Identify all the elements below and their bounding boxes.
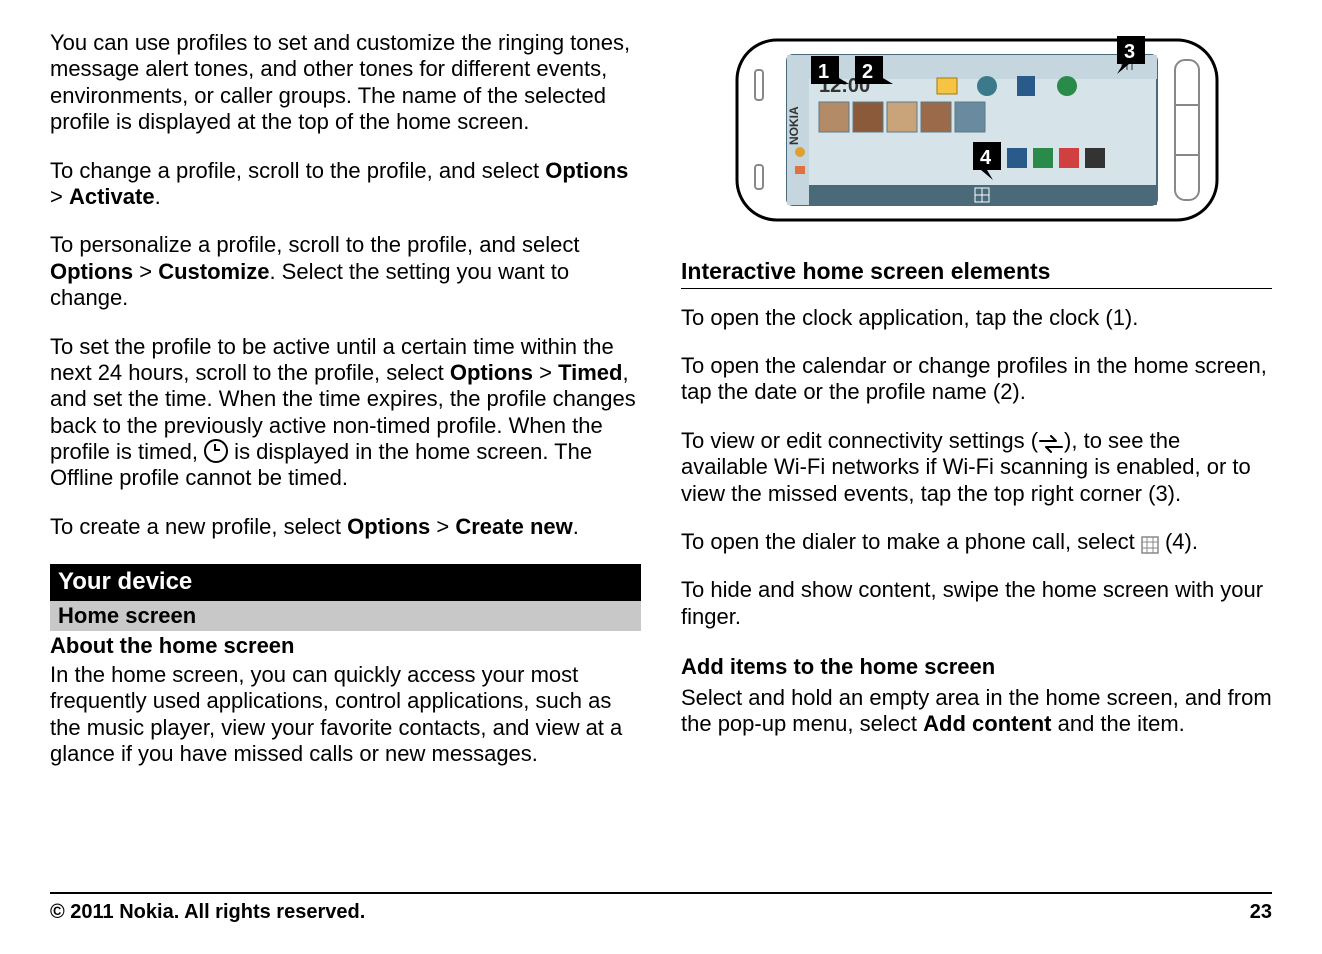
para-personalize-profile: To personalize a profile, scroll to the … [50, 232, 641, 311]
page-footer: © 2011 Nokia. All rights reserved. 23 [50, 892, 1272, 924]
label-activate: Activate [69, 184, 155, 209]
left-column: You can use profiles to set and customiz… [50, 30, 641, 870]
text: . [155, 184, 161, 209]
text: To open the dialer to make a phone call,… [681, 529, 1141, 554]
para-profiles-intro: You can use profiles to set and customiz… [50, 30, 641, 136]
phone-svg: NOKIA 12:00 [727, 30, 1227, 230]
para-change-profile: To change a profile, scroll to the profi… [50, 158, 641, 211]
label-options: Options [347, 514, 430, 539]
footer-copyright: © 2011 Nokia. All rights reserved. [50, 900, 365, 924]
heading-add-items: Add items to the home screen [681, 654, 1272, 680]
para-create-profile: To create a new profile, select Options … [50, 514, 641, 540]
right-column: NOKIA 12:00 [681, 30, 1272, 870]
section-your-device: Your device [50, 564, 641, 601]
label-add-content: Add content [923, 711, 1051, 736]
label-create-new: Create new [455, 514, 572, 539]
dialpad-icon [1141, 536, 1159, 554]
text: and the item. [1051, 711, 1184, 736]
clock-icon [204, 439, 228, 463]
text: (4). [1159, 529, 1198, 554]
text: . [573, 514, 579, 539]
label-options: Options [450, 360, 533, 385]
text: > [133, 259, 158, 284]
para-open-calendar: To open the calendar or change profiles … [681, 353, 1272, 406]
label-options: Options [545, 158, 628, 183]
text: To change a profile, scroll to the profi… [50, 158, 545, 183]
para-connectivity: To view or edit connectivity settings ()… [681, 428, 1272, 507]
para-timed-profile: To set the profile to be active until a … [50, 334, 641, 492]
label-timed: Timed [558, 360, 622, 385]
para-open-clock: To open the clock application, tap the c… [681, 305, 1272, 331]
text: > [50, 184, 69, 209]
para-add-items: Select and hold an empty area in the hom… [681, 685, 1272, 738]
svg-text:2: 2 [862, 61, 873, 83]
label-options: Options [50, 259, 133, 284]
text: > [533, 360, 558, 385]
heading-about-home-screen: About the home screen [50, 631, 641, 661]
phone-illustration: NOKIA 12:00 [681, 30, 1272, 230]
para-swipe: To hide and show content, swipe the home… [681, 577, 1272, 630]
footer-page-number: 23 [1250, 900, 1272, 924]
svg-text:3: 3 [1124, 41, 1135, 63]
para-home-screen-desc: In the home screen, you can quickly acce… [50, 662, 641, 768]
text: To personalize a profile, scroll to the … [50, 232, 580, 257]
svg-text:1: 1 [818, 61, 829, 83]
swap-arrows-icon [1038, 435, 1064, 453]
text: > [430, 514, 455, 539]
svg-text:4: 4 [980, 147, 992, 169]
text: To view or edit connectivity settings ( [681, 428, 1038, 453]
heading-interactive-elements: Interactive home screen elements [681, 256, 1272, 289]
text: To create a new profile, select [50, 514, 347, 539]
label-customize: Customize [158, 259, 269, 284]
subsection-home-screen: Home screen [50, 601, 641, 631]
svg-text:NOKIA: NOKIA [787, 106, 801, 145]
para-open-dialer: To open the dialer to make a phone call,… [681, 529, 1272, 555]
